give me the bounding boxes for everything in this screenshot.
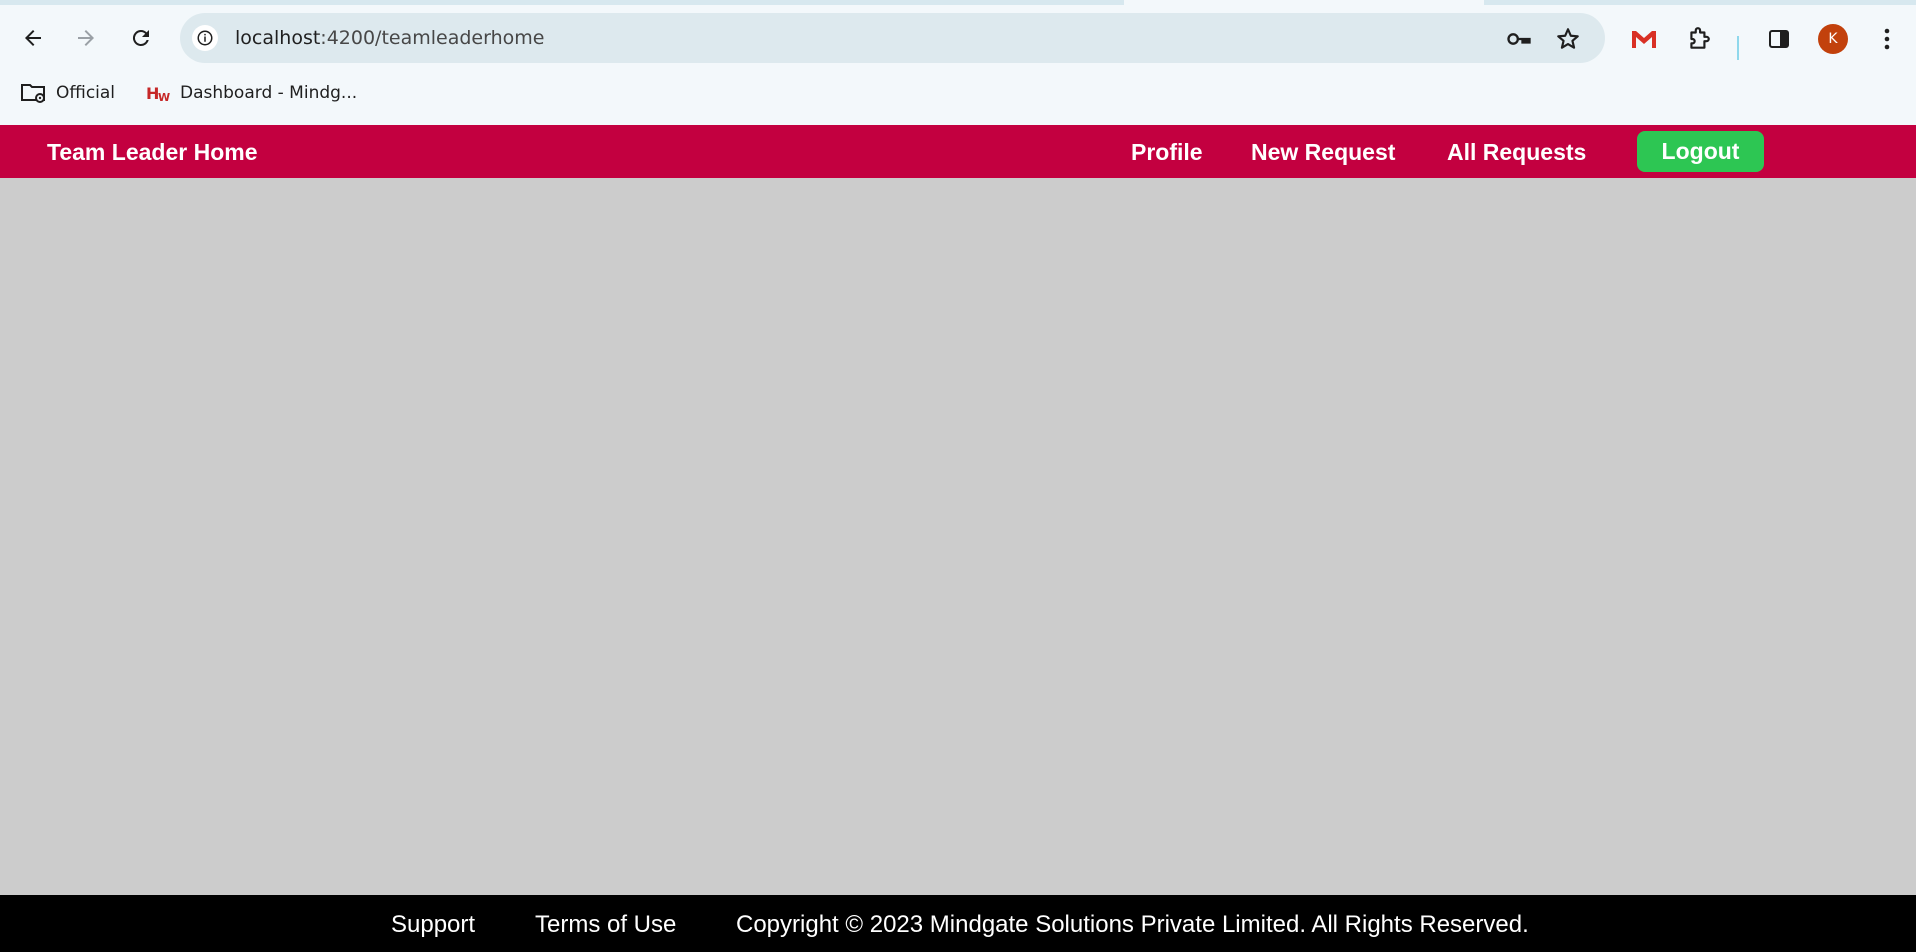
main-content xyxy=(0,178,1916,895)
gmail-icon[interactable] xyxy=(1629,24,1659,54)
folder-settings-icon xyxy=(21,84,45,103)
footer-copyright: Copyright © 2023 Mindgate Solutions Priv… xyxy=(736,911,1529,938)
browser-chrome: localhost:4200/teamleaderhome K Official xyxy=(0,0,1916,125)
bookmark-dashboard[interactable]: HW Dashboard - Mindg... xyxy=(144,78,357,108)
nav-new-request[interactable]: New Request xyxy=(1251,139,1395,166)
app-navbar: Team Leader Home Profile New Request All… xyxy=(0,125,1916,178)
toolbar-separator xyxy=(1737,36,1739,60)
arrow-right-icon xyxy=(78,30,94,46)
footer-support-link[interactable]: Support xyxy=(391,911,475,939)
svg-text:W: W xyxy=(158,91,170,104)
url-text[interactable]: localhost:4200/teamleaderhome xyxy=(235,27,544,49)
page-footer: Support Terms of Use Copyright © 2023 Mi… xyxy=(0,895,1916,952)
back-button[interactable] xyxy=(13,18,53,58)
password-key-icon[interactable] xyxy=(1505,25,1533,53)
url-path: :4200/teamleaderhome xyxy=(320,27,545,49)
logout-button[interactable]: Logout xyxy=(1637,131,1764,172)
url-host: localhost xyxy=(235,27,321,49)
browser-menu-icon[interactable] xyxy=(1872,24,1902,54)
footer-terms-link[interactable]: Terms of Use xyxy=(535,911,676,939)
tab-strip xyxy=(0,0,1916,5)
reload-icon xyxy=(132,29,149,46)
arrow-left-icon xyxy=(25,30,41,46)
bookmark-star-icon[interactable] xyxy=(1554,25,1582,53)
page-title[interactable]: Team Leader Home xyxy=(47,139,257,166)
reload-button[interactable] xyxy=(121,18,161,58)
browser-toolbar: localhost:4200/teamleaderhome K xyxy=(0,12,1916,64)
hw-site-icon: HW xyxy=(146,84,170,104)
address-bar[interactable]: localhost:4200/teamleaderhome xyxy=(180,13,1605,63)
side-panel-icon[interactable] xyxy=(1764,24,1794,54)
forward-button[interactable] xyxy=(66,18,106,58)
bookmark-label: Dashboard - Mindg... xyxy=(180,83,358,103)
extensions-puzzle-icon[interactable] xyxy=(1684,24,1714,54)
bookmark-official[interactable]: Official xyxy=(20,78,115,108)
nav-all-requests[interactable]: All Requests xyxy=(1447,139,1586,166)
profile-avatar[interactable]: K xyxy=(1818,24,1848,54)
nav-profile[interactable]: Profile xyxy=(1131,139,1203,166)
bookmarks-bar: Official HW Dashboard - Mindg... xyxy=(0,78,1916,108)
site-info-icon[interactable] xyxy=(192,25,218,51)
bookmark-label: Official xyxy=(56,83,116,103)
